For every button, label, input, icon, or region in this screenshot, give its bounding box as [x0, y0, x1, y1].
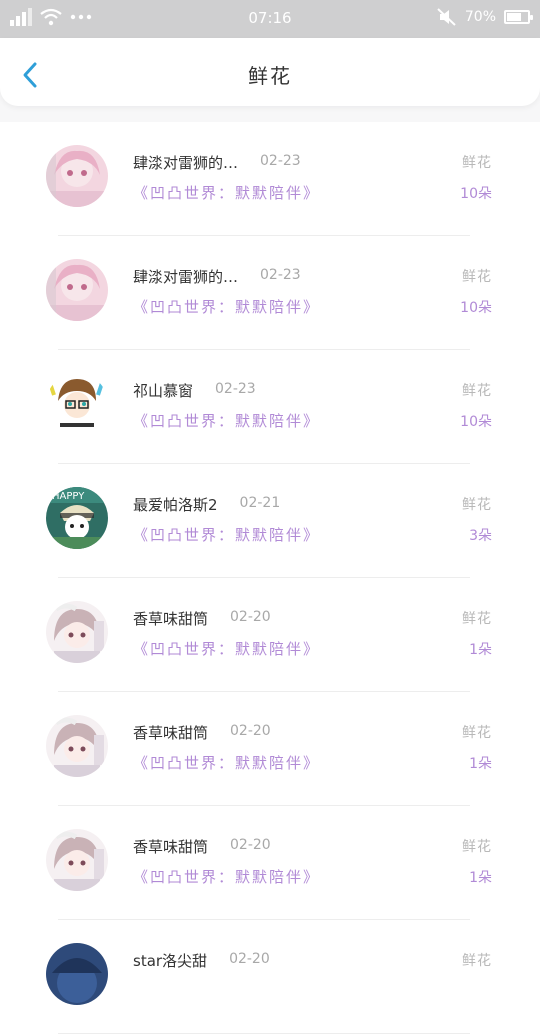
mute-icon — [437, 8, 456, 26]
avatar[interactable]: HAPPY — [46, 487, 108, 549]
avatar-image — [46, 601, 108, 663]
gift-type: 鲜花 — [462, 383, 492, 399]
page-title: 鲜花 — [248, 64, 292, 88]
avatar-image — [46, 943, 108, 1005]
battery-icon — [504, 10, 533, 24]
list-item[interactable]: HAPPY 最爱帕洛斯2 02-21 《凹凸世界：默默陪伴》 鲜花 3朵 — [0, 464, 540, 578]
avatar-image — [46, 259, 108, 321]
avatar[interactable] — [46, 373, 108, 435]
date-label: 02-21 — [239, 495, 281, 511]
avatar-image — [46, 715, 108, 777]
battery-level — [507, 13, 521, 21]
list-item[interactable]: star洛尖甜 02-20 鲜花 — [0, 920, 540, 1034]
gift-type: 鲜花 — [462, 953, 492, 969]
list-item[interactable]: 香草味甜筒 02-20 《凹凸世界：默默陪伴》 鲜花 1朵 — [0, 692, 540, 806]
date-label: 02-20 — [229, 951, 270, 967]
avatar[interactable] — [46, 829, 108, 891]
avatar[interactable] — [46, 715, 108, 777]
gift-type: 鲜花 — [462, 839, 492, 855]
gift-count: 1朵 — [469, 642, 492, 658]
header: 鲜花 — [0, 38, 540, 106]
list-item[interactable]: 香草味甜筒 02-20 《凹凸世界：默默陪伴》 鲜花 1朵 — [0, 578, 540, 692]
gift-description: 《凹凸世界：默默陪伴》 — [133, 184, 321, 202]
list-item[interactable]: 肆渁对雷狮的… 02-23 《凹凸世界：默默陪伴》 鲜花 10朵 — [0, 122, 540, 236]
user-name: 祁山慕窗 — [133, 382, 194, 400]
date-label: 02-20 — [230, 723, 271, 739]
avatar[interactable] — [46, 601, 108, 663]
gift-type: 鲜花 — [462, 155, 492, 171]
user-name: 最爱帕洛斯2 — [133, 496, 218, 514]
list-item[interactable]: 香草味甜筒 02-20 《凹凸世界：默默陪伴》 鲜花 1朵 — [0, 806, 540, 920]
gift-count: 10朵 — [460, 186, 492, 202]
list-item[interactable]: 肆渁对雷狮的… 02-23 《凹凸世界：默默陪伴》 鲜花 10朵 — [0, 236, 540, 350]
user-name: 香草味甜筒 — [133, 610, 209, 628]
date-label: 02-23 — [260, 267, 301, 283]
date-label: 02-20 — [230, 837, 271, 853]
gift-type: 鲜花 — [462, 725, 492, 741]
status-right: 70% — [437, 8, 533, 26]
date-label: 02-23 — [215, 381, 256, 397]
avatar-image — [46, 373, 108, 435]
user-name: star洛尖甜 — [133, 952, 208, 970]
gift-count: 1朵 — [469, 870, 492, 886]
gift-description: 《凹凸世界：默默陪伴》 — [133, 298, 321, 316]
user-name: 肆渁对雷狮的… — [133, 268, 239, 286]
gift-list: 肆渁对雷狮的… 02-23 《凹凸世界：默默陪伴》 鲜花 10朵 肆渁对雷狮的…… — [0, 122, 540, 1034]
status-bar: 07:16 70% — [0, 0, 540, 38]
list-item[interactable]: 祁山慕窗 02-23 《凹凸世界：默默陪伴》 鲜花 10朵 — [0, 350, 540, 464]
avatar-image — [46, 829, 108, 891]
gift-count: 10朵 — [460, 414, 492, 430]
date-label: 02-23 — [260, 153, 301, 169]
gift-description: 《凹凸世界：默默陪伴》 — [133, 526, 321, 544]
date-label: 02-20 — [230, 609, 271, 625]
user-name: 香草味甜筒 — [133, 838, 209, 856]
gift-count: 10朵 — [460, 300, 492, 316]
gift-description: 《凹凸世界：默默陪伴》 — [133, 412, 321, 430]
avatar[interactable] — [46, 943, 108, 1005]
gift-count: 1朵 — [469, 756, 492, 772]
gift-type: 鲜花 — [462, 269, 492, 285]
user-name: 肆渁对雷狮的… — [133, 154, 239, 172]
gift-description: 《凹凸世界：默默陪伴》 — [133, 868, 321, 886]
user-name: 香草味甜筒 — [133, 724, 209, 742]
gift-count: 3朵 — [469, 528, 492, 544]
avatar[interactable] — [46, 259, 108, 321]
avatar-image — [46, 145, 108, 207]
svg-text:HAPPY: HAPPY — [52, 491, 85, 502]
gift-type: 鲜花 — [462, 497, 492, 513]
battery-percent: 70% — [464, 9, 496, 25]
gift-description: 《凹凸世界：默默陪伴》 — [133, 754, 321, 772]
avatar[interactable] — [46, 145, 108, 207]
gift-description: 《凹凸世界：默默陪伴》 — [133, 640, 321, 658]
gift-type: 鲜花 — [462, 611, 492, 627]
avatar-image: HAPPY — [46, 487, 108, 549]
